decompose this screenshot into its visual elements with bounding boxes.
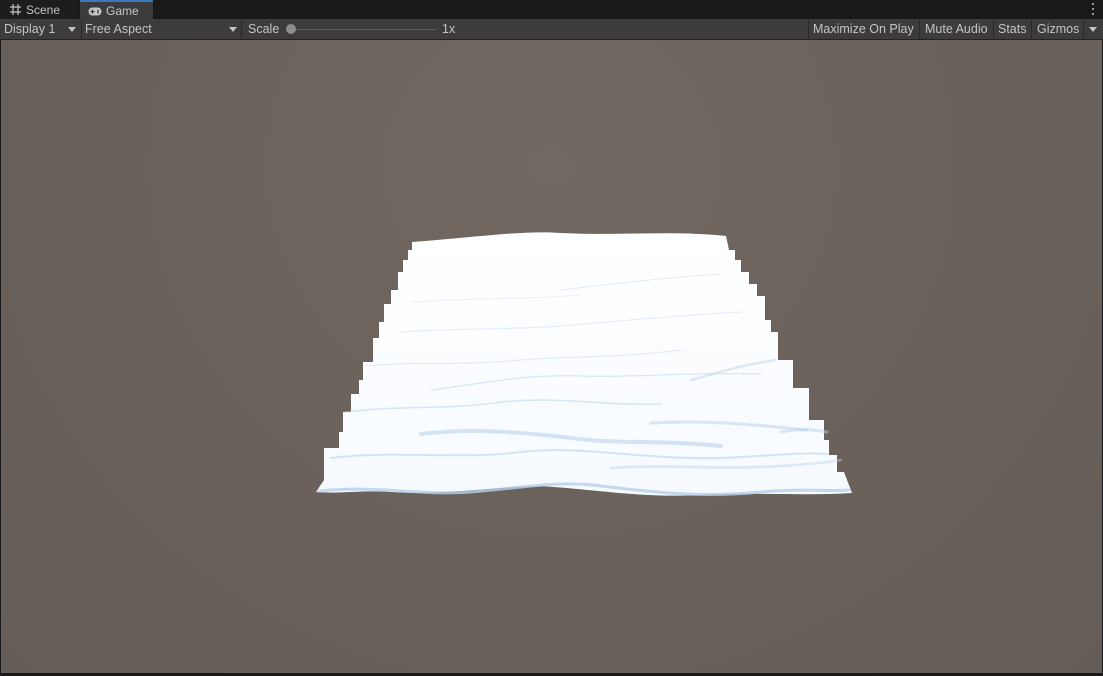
stats-toggle[interactable]: Stats — [998, 19, 1027, 39]
unity-game-window: Scene Game Display 1 Free Aspect Scale 1… — [0, 0, 1103, 676]
aspect-dropdown-label: Free Aspect — [85, 22, 152, 36]
scale-value: 1x — [442, 22, 456, 36]
chevron-down-icon — [229, 27, 237, 32]
tab-bar: Scene Game — [0, 0, 1103, 20]
tab-scene[interactable]: Scene — [0, 0, 78, 19]
wave-mesh — [316, 232, 852, 496]
tab-scene-label: Scene — [26, 2, 61, 17]
tab-game-label: Game — [106, 4, 139, 18]
mute-audio-toggle[interactable]: Mute Audio — [925, 19, 988, 39]
scale-slider-thumb[interactable] — [286, 24, 296, 34]
tab-game[interactable]: Game — [80, 0, 153, 20]
aspect-dropdown[interactable]: Free Aspect — [85, 19, 240, 39]
game-viewport[interactable] — [1, 40, 1102, 673]
scale-label: Scale — [248, 22, 280, 36]
chevron-down-icon — [1089, 27, 1097, 32]
display-dropdown-label: Display 1 — [4, 22, 56, 36]
gizmos-toggle[interactable]: Gizmos — [1037, 19, 1079, 39]
grid-icon — [8, 4, 22, 16]
chevron-down-icon — [68, 27, 76, 32]
game-toolbar: Display 1 Free Aspect Scale 1x Maximize … — [0, 19, 1103, 40]
maximize-on-play-toggle[interactable]: Maximize On Play — [813, 19, 914, 39]
scale-slider-track[interactable] — [291, 29, 436, 30]
more-options-icon[interactable] — [1091, 3, 1095, 15]
display-dropdown[interactable]: Display 1 — [4, 19, 80, 39]
gamepad-icon — [88, 5, 102, 17]
gizmos-dropdown[interactable] — [1084, 19, 1103, 39]
